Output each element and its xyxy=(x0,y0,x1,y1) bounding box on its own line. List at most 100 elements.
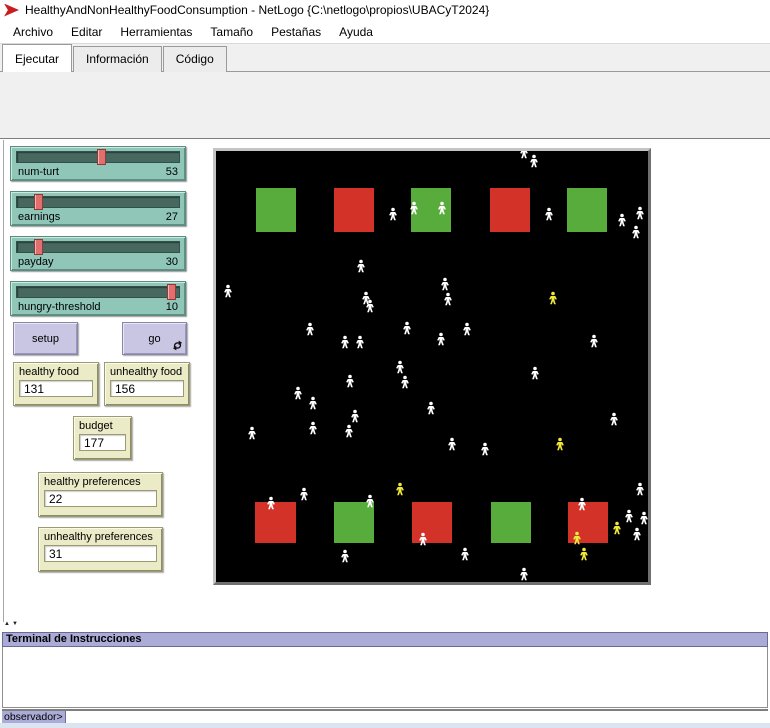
go-button[interactable]: go xyxy=(122,322,187,355)
slider-thumb[interactable] xyxy=(34,239,43,255)
menu-archivo[interactable]: Archivo xyxy=(4,22,62,42)
white-person-turtle-icon xyxy=(345,425,354,438)
white-person-turtle-icon xyxy=(341,550,350,563)
monitor-value: 156 xyxy=(110,380,184,397)
white-person-turtle-icon xyxy=(463,323,472,336)
splitter-up-icon[interactable]: ▲ xyxy=(4,620,10,628)
panel-divider xyxy=(3,140,4,622)
slider-track[interactable] xyxy=(16,286,180,298)
white-person-turtle-icon xyxy=(346,375,355,388)
yellow-person-turtle-icon xyxy=(556,438,565,451)
white-person-turtle-icon xyxy=(520,568,529,581)
white-person-turtle-icon xyxy=(531,367,540,380)
terminal-splitter[interactable]: ▲ ▼ xyxy=(4,620,18,628)
monitor-label: healthy food xyxy=(19,366,93,378)
white-person-turtle-icon xyxy=(632,226,641,239)
white-person-turtle-icon xyxy=(578,498,587,511)
slider-thumb[interactable] xyxy=(97,149,106,165)
white-person-turtle-icon xyxy=(481,443,490,456)
white-person-turtle-icon xyxy=(640,512,649,525)
slider-value: 30 xyxy=(166,256,178,268)
green-food-patch xyxy=(491,502,531,543)
white-person-turtle-icon xyxy=(530,155,539,168)
slider-name: hungry-threshold xyxy=(18,301,101,313)
white-person-turtle-icon xyxy=(520,151,529,159)
monitor-label: healthy preferences xyxy=(44,476,157,488)
terminal-prompt-row: observador> xyxy=(2,709,768,723)
white-person-turtle-icon xyxy=(306,323,315,336)
monitor-unhealthy-preferences: unhealthy preferences 31 xyxy=(38,527,163,572)
white-person-turtle-icon xyxy=(248,427,257,440)
green-food-patch xyxy=(334,502,374,543)
slider-track[interactable] xyxy=(16,196,180,208)
menu-herramientas[interactable]: Herramientas xyxy=(111,22,201,42)
white-person-turtle-icon xyxy=(461,548,470,561)
white-person-turtle-icon xyxy=(625,510,634,523)
setup-button[interactable]: setup xyxy=(13,322,78,355)
white-person-turtle-icon xyxy=(545,208,554,221)
slider-thumb[interactable] xyxy=(34,194,43,210)
netlogo-logo-icon xyxy=(4,4,19,17)
title-bar: HealthyAndNonHealthyFoodConsumption - Ne… xyxy=(0,0,770,20)
white-person-turtle-icon xyxy=(401,376,410,389)
slider-payday[interactable]: payday 30 xyxy=(10,236,186,271)
white-person-turtle-icon xyxy=(410,202,419,215)
observer-prompt-label: observador> xyxy=(2,711,66,723)
slider-thumb[interactable] xyxy=(167,284,176,300)
white-person-turtle-icon xyxy=(357,260,366,273)
white-person-turtle-icon xyxy=(309,397,318,410)
yellow-person-turtle-icon xyxy=(573,532,582,545)
yellow-person-turtle-icon xyxy=(549,292,558,305)
white-person-turtle-icon xyxy=(267,497,276,510)
tab-información[interactable]: Información xyxy=(73,46,162,72)
white-person-turtle-icon xyxy=(636,483,645,496)
white-person-turtle-icon xyxy=(610,413,619,426)
white-person-turtle-icon xyxy=(396,361,405,374)
world-view-frame xyxy=(213,148,651,585)
menu-editar[interactable]: Editar xyxy=(62,22,111,42)
menu-tamaño[interactable]: Tamaño xyxy=(201,22,262,42)
white-person-turtle-icon xyxy=(438,202,447,215)
slider-num-turt[interactable]: num-turt53 xyxy=(10,146,186,181)
terminal-command-input[interactable] xyxy=(66,711,768,723)
toolbar: Editar Borrar + Añadir abc Botón ▼ veloc… xyxy=(0,72,770,139)
monitor-budget: budget 177 xyxy=(73,416,132,460)
yellow-person-turtle-icon xyxy=(613,522,622,535)
slider-name: num-turt xyxy=(18,166,59,178)
green-food-patch xyxy=(567,188,607,232)
monitor-label: unhealthy preferences xyxy=(44,531,157,543)
white-person-turtle-icon xyxy=(590,335,599,348)
white-person-turtle-icon xyxy=(419,533,428,546)
tab-ejecutar[interactable]: Ejecutar xyxy=(2,44,72,72)
slider-name: payday xyxy=(18,256,53,268)
menu-pestañas[interactable]: Pestañas xyxy=(262,22,330,42)
splitter-down-icon[interactable]: ▼ xyxy=(12,620,18,628)
yellow-person-turtle-icon xyxy=(396,483,405,496)
world-view[interactable] xyxy=(216,151,648,582)
slider-track[interactable] xyxy=(16,151,180,163)
slider-earnings[interactable]: earnings27 xyxy=(10,191,186,226)
white-person-turtle-icon xyxy=(224,285,233,298)
white-person-turtle-icon xyxy=(633,528,642,541)
terminal-header: Terminal de Instrucciones xyxy=(2,632,768,647)
slider-value: 10 xyxy=(166,301,178,313)
white-person-turtle-icon xyxy=(403,322,412,335)
slider-hungry-threshold[interactable]: hungry-threshold 10 xyxy=(10,281,186,316)
slider-name: earnings xyxy=(18,211,60,223)
tab-row: EjecutarInformaciónCódigo xyxy=(0,43,770,72)
window-bottom-strip xyxy=(0,723,770,728)
white-person-turtle-icon xyxy=(441,278,450,291)
monitor-healthy-food: healthy food 131 xyxy=(13,362,99,406)
white-person-turtle-icon xyxy=(618,214,627,227)
monitor-value: 31 xyxy=(44,545,157,562)
white-person-turtle-icon xyxy=(448,438,457,451)
terminal-output[interactable] xyxy=(2,647,768,708)
menu-ayuda[interactable]: Ayuda xyxy=(330,22,382,42)
go-button-label: go xyxy=(148,333,160,345)
tab-código[interactable]: Código xyxy=(163,46,227,72)
slider-track[interactable] xyxy=(16,241,180,253)
netlogo-window: HealthyAndNonHealthyFoodConsumption - Ne… xyxy=(0,0,770,728)
white-person-turtle-icon xyxy=(366,300,375,313)
red-food-patch xyxy=(334,188,374,232)
monitor-value: 177 xyxy=(79,434,126,451)
